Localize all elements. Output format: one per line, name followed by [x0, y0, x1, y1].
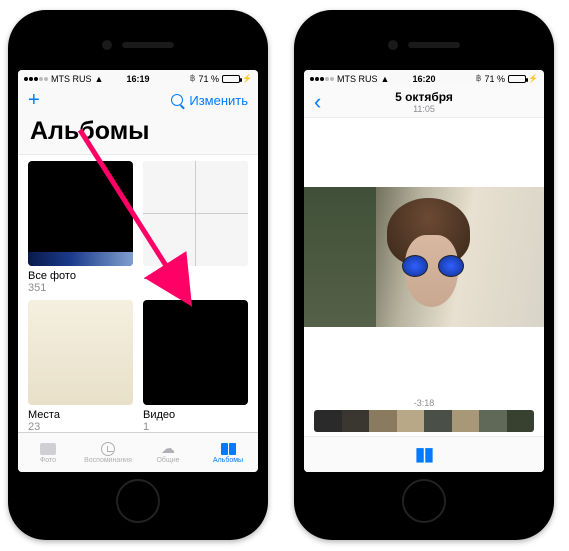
tab-memories[interactable]: Воспоминания — [78, 433, 138, 472]
cloud-icon: ☁ — [159, 442, 177, 456]
tab-photos[interactable]: Фото — [18, 433, 78, 472]
tab-bar: Фото Воспоминания ☁ Общие Альбомы — [18, 432, 258, 472]
phone-bezel-top — [388, 20, 460, 70]
album-name: …ди — [143, 270, 248, 282]
battery-icon — [508, 75, 526, 83]
album-name: Места — [28, 409, 133, 421]
tab-label: Альбомы — [213, 457, 243, 464]
album-all-photos[interactable]: Все фото 351 — [28, 161, 133, 294]
status-bar: MTS RUS ▲ 16:19 ฿ 71 % ⚡ — [18, 70, 258, 86]
album-count: 351 — [28, 282, 133, 294]
album-thumb — [28, 161, 133, 266]
album-people[interactable]: …ди — [143, 161, 248, 294]
wifi-icon: ▲ — [381, 74, 390, 84]
back-button[interactable]: ‹ — [314, 91, 321, 113]
time-remaining: -3:18 — [314, 398, 534, 408]
phone-bezel-bottom — [402, 472, 446, 530]
scrubber-thumbnails[interactable] — [314, 410, 534, 432]
tab-shared[interactable]: ☁ Общие — [138, 433, 198, 472]
album-name: Все фото — [28, 270, 133, 282]
album-places[interactable]: Места 23 — [28, 300, 133, 432]
video-viewport[interactable] — [304, 118, 544, 396]
phone-bezel-bottom — [116, 472, 160, 530]
status-bar: MTS RUS ▲ 16:20 ฿ 71 % ⚡ — [304, 70, 544, 86]
battery-pct: 71 % — [199, 74, 220, 84]
battery-icon — [222, 75, 240, 83]
album-thumb — [143, 161, 248, 266]
video-date: 5 октября — [395, 90, 453, 104]
screen-albums: MTS RUS ▲ 16:19 ฿ 71 % ⚡ + Изменить Альб… — [18, 70, 258, 472]
page-title: Альбомы — [18, 114, 258, 155]
phone-right: MTS RUS ▲ 16:20 ฿ 71 % ⚡ ‹ 5 октября 11:… — [294, 10, 554, 540]
charging-icon: ⚡ — [528, 74, 538, 83]
bluetooth-icon: ฿ — [190, 73, 196, 84]
albums-icon — [219, 442, 237, 456]
nav-bar: ‹ 5 октября 11:05 — [304, 86, 544, 118]
player-toolbar: ▮▮ — [304, 436, 544, 472]
album-thumb — [143, 300, 248, 405]
add-album-button[interactable]: + — [28, 90, 40, 110]
edit-button[interactable]: Изменить — [189, 93, 248, 108]
photos-icon — [39, 442, 57, 456]
phone-bezel-top — [102, 20, 174, 70]
video-content: -3:18 ▮▮ — [304, 118, 544, 472]
cell-signal-icon — [24, 77, 48, 81]
home-button[interactable] — [402, 479, 446, 523]
album-count: 23 — [28, 421, 133, 432]
tab-label: Общие — [156, 457, 179, 464]
album-thumb — [28, 300, 133, 405]
memories-icon — [99, 442, 117, 456]
albums-grid[interactable]: Все фото 351 …ди Места 23 — [18, 155, 258, 432]
tab-label: Воспоминания — [84, 457, 132, 464]
bluetooth-icon: ฿ — [476, 73, 482, 84]
carrier-label: MTS RUS — [337, 74, 378, 84]
cell-signal-icon — [310, 77, 334, 81]
screen-video-player: MTS RUS ▲ 16:20 ฿ 71 % ⚡ ‹ 5 октября 11:… — [304, 70, 544, 472]
search-icon[interactable] — [171, 94, 183, 106]
phone-left: MTS RUS ▲ 16:19 ฿ 71 % ⚡ + Изменить Альб… — [8, 10, 268, 540]
album-count: 1 — [143, 421, 248, 432]
nav-bar: + Изменить — [18, 86, 258, 114]
battery-pct: 71 % — [485, 74, 506, 84]
video-scrubber[interactable]: -3:18 — [304, 396, 544, 436]
home-button[interactable] — [116, 479, 160, 523]
album-name: Видео — [143, 409, 248, 421]
status-time: 16:19 — [126, 74, 149, 84]
album-videos[interactable]: Видео 1 — [143, 300, 248, 432]
pause-button[interactable]: ▮▮ — [415, 444, 433, 465]
carrier-label: MTS RUS — [51, 74, 92, 84]
tab-label: Фото — [40, 457, 56, 464]
status-time: 16:20 — [412, 74, 435, 84]
wifi-icon: ▲ — [95, 74, 104, 84]
video-time: 11:05 — [395, 104, 453, 114]
tab-albums[interactable]: Альбомы — [198, 433, 258, 472]
charging-icon: ⚡ — [242, 74, 252, 83]
video-frame — [304, 187, 544, 327]
